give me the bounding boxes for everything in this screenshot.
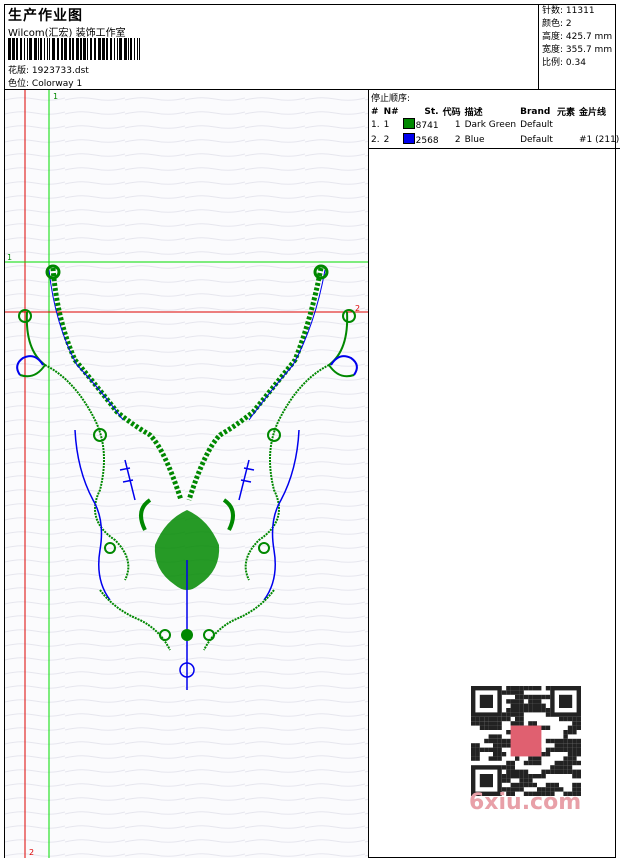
col-description: 描述 (464, 108, 483, 118)
stat-colors: 颜色: 2 (542, 19, 572, 29)
color-swatch (402, 118, 415, 129)
col-stitches: St. (424, 106, 439, 117)
guide-label-v1: 1 (53, 92, 58, 101)
colorway-value: Colorway 1 (31, 79, 83, 89)
production-sheet: 生产作业图 Wilcom(汇宏) 装饰工作室 花版: 1923733.dst 色… (4, 4, 620, 858)
design-label: 花版: (8, 66, 30, 76)
col-index: # (371, 106, 379, 117)
colorway-line: 色位: Colorway 1 (8, 76, 82, 89)
colorway-label: 色位: (8, 79, 30, 89)
stats-box: 针数: 11311 颜色: 2 高度: 425.7 mm 宽度: 355.7 m… (538, 5, 616, 89)
design-file-line: 花版: 1923733.dst (8, 63, 89, 76)
stat-stitches: 针数: 11311 (542, 6, 595, 16)
table-header: # N# St. 代码 描述 Brand 元素 金片线 (369, 105, 620, 119)
stop-sequence-table: # N# St. 代码 描述 Brand 元素 金片线 1. 1 8741 1 … (369, 105, 620, 149)
stat-width: 宽度: 355.7 mm (542, 45, 613, 55)
col-element: 元素 (556, 108, 575, 118)
stat-scale: 比例: 0.34 (542, 58, 586, 68)
table-row[interactable]: 1. 1 8741 1 Dark Green Default (369, 118, 620, 133)
col-brand: Brand (520, 106, 551, 117)
col-needle: N# (383, 106, 399, 117)
col-sequin: 金片线 (578, 108, 606, 118)
page-title: 生产作业图 (8, 8, 83, 24)
embroidery-canvas: 1 2 1 2 (5, 90, 368, 858)
stop-sequence-title: 停止顺序: (371, 94, 411, 104)
guide-label-h2: 2 (355, 304, 360, 313)
barcode (8, 38, 140, 60)
qr-code (471, 686, 581, 796)
guide-label-v2: 2 (29, 848, 34, 857)
watermark: 6xiu.com (469, 790, 582, 815)
stop-sequence-panel: 停止顺序: # N# St. 代码 描述 Brand 元素 金片线 1. 1 8… (369, 90, 620, 858)
seal-stamp (510, 725, 542, 757)
design-file: 1923733.dst (31, 66, 89, 76)
guide-label-h1: 1 (7, 253, 12, 262)
color-swatch (402, 133, 415, 144)
fabric-background (5, 90, 368, 858)
embroidery-preview: 1 2 1 2 (5, 90, 369, 858)
col-code: 代码 (442, 108, 461, 118)
table-row[interactable]: 2. 2 2568 2 Blue Default #1 (211) (369, 133, 620, 149)
center-bloom (181, 629, 193, 641)
stat-height: 高度: 425.7 mm (542, 32, 613, 42)
header: 生产作业图 Wilcom(汇宏) 装饰工作室 花版: 1923733.dst 色… (5, 5, 615, 90)
company-name: Wilcom(汇宏) 装饰工作室 (8, 28, 126, 39)
